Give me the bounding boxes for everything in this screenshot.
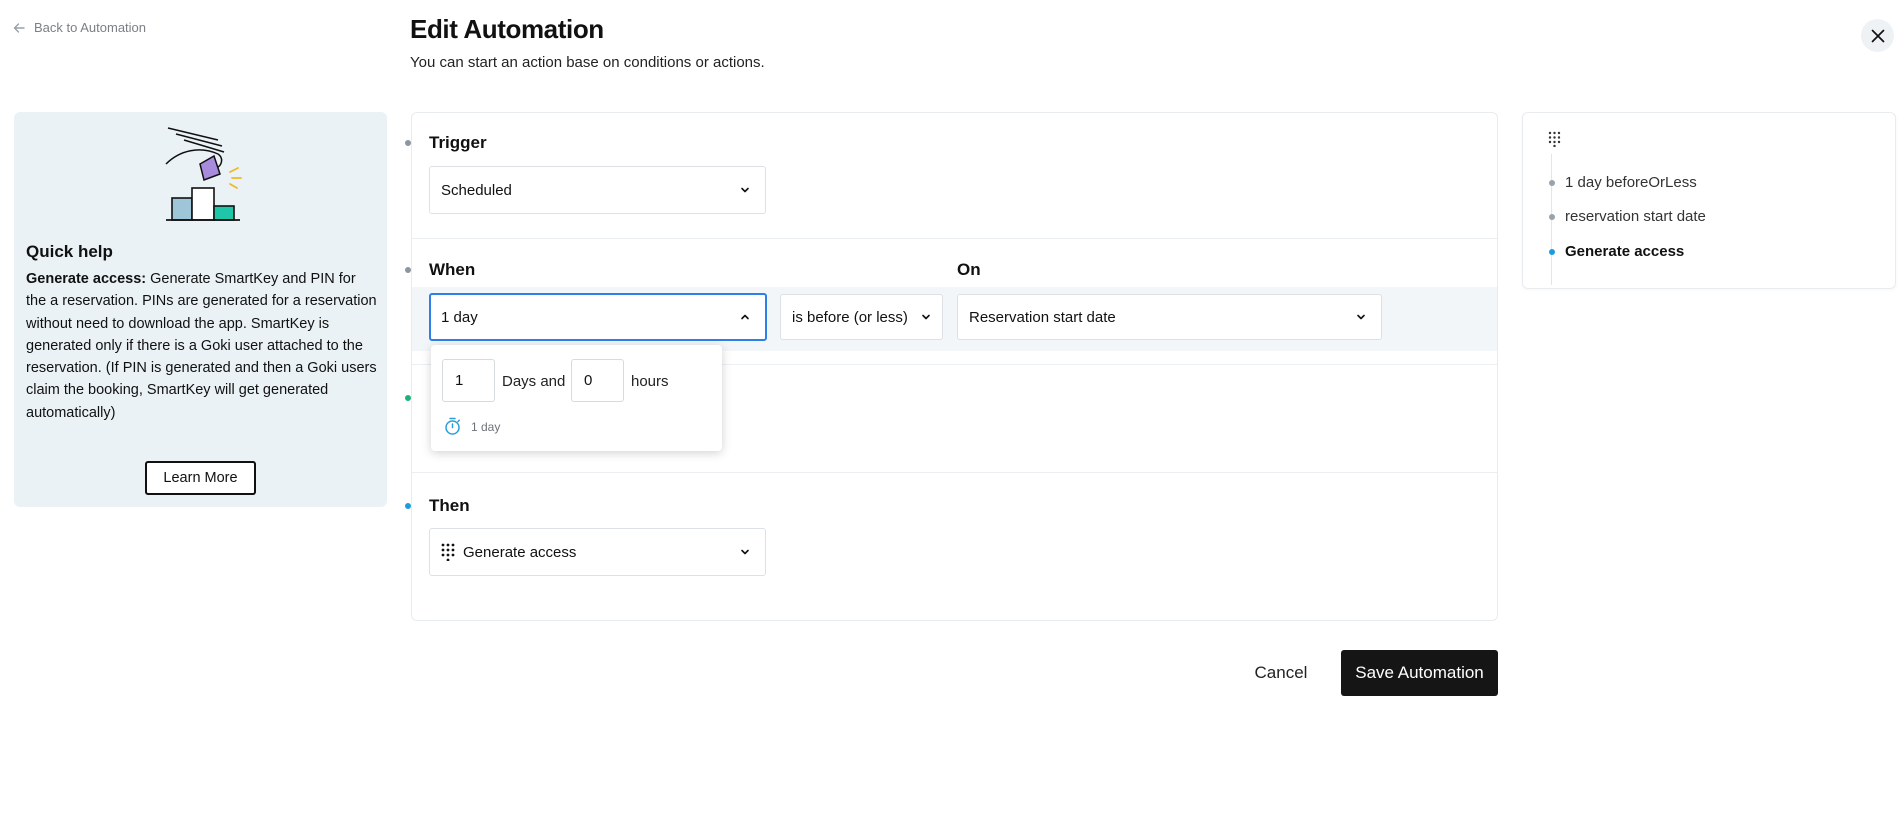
trigger-label: Trigger [429,133,487,152]
chevron-up-icon [741,314,749,320]
stopwatch-icon [445,417,460,435]
summary-item-dot [1549,214,1555,220]
summary-item-dot [1549,249,1555,255]
trigger-step-dot [405,140,411,146]
page-subtitle: You can start an action base on conditio… [410,54,765,71]
on-date-select-value: Reservation start date [969,308,1116,326]
quick-help-text: Generate access: Generate SmartKey and P… [26,268,378,424]
condition-select[interactable]: is before (or less) [780,294,943,340]
back-to-automation-link[interactable]: Back to Automation [12,20,146,35]
divider [412,472,1497,473]
days-input[interactable]: 1 [442,359,495,402]
chevron-down-icon [741,549,749,555]
then-label: Then [429,496,470,515]
days-and-label: Days and [502,373,566,390]
keypad-icon [441,543,455,561]
divider [412,238,1497,239]
learn-more-button[interactable]: Learn More [145,461,256,495]
condition-select-value: is before (or less) [792,308,908,326]
quick-help-illustration [165,127,242,221]
hours-input[interactable]: 0 [571,359,624,402]
then-step-dot [405,503,411,509]
quick-help-title: Quick help [26,242,113,261]
page-title: Edit Automation [410,14,604,44]
duration-select-value: 1 day [441,308,478,326]
close-button[interactable] [1861,19,1894,52]
save-automation-button[interactable]: Save Automation [1341,650,1498,696]
duration-select[interactable]: 1 day [429,293,767,341]
close-icon [1871,29,1884,42]
trigger-select-value: Scheduled [441,181,512,199]
chevron-down-icon [741,187,749,193]
condition-step-dot [405,395,411,401]
summary-item-condition: 1 day beforeOrLess [1565,174,1697,191]
on-label: On [957,260,981,279]
chevron-down-icon [922,314,930,320]
back-link-label: Back to Automation [34,20,147,35]
when-label: When [429,260,476,279]
automation-summary-panel [1522,112,1896,289]
trigger-select[interactable]: Scheduled [429,166,766,214]
summary-item-date: reservation start date [1565,208,1706,225]
on-date-select[interactable]: Reservation start date [957,294,1382,340]
arrow-left-icon [13,22,25,33]
when-step-dot [405,267,411,273]
action-select-value: Generate access [463,543,577,561]
duration-preview: 1 day [471,420,501,434]
summary-item-action: Generate access [1565,243,1685,260]
cancel-button[interactable]: Cancel [1242,650,1320,696]
quick-help-term: Generate access: [26,271,147,287]
hours-label: hours [631,373,669,390]
chevron-down-icon [1357,314,1365,320]
keypad-icon [1548,131,1560,147]
quick-help-description: Generate SmartKey and PIN for the a rese… [26,271,377,421]
action-select[interactable]: Generate access [429,528,766,576]
summary-header-icon [1539,124,1569,154]
summary-item-dot [1549,180,1555,186]
